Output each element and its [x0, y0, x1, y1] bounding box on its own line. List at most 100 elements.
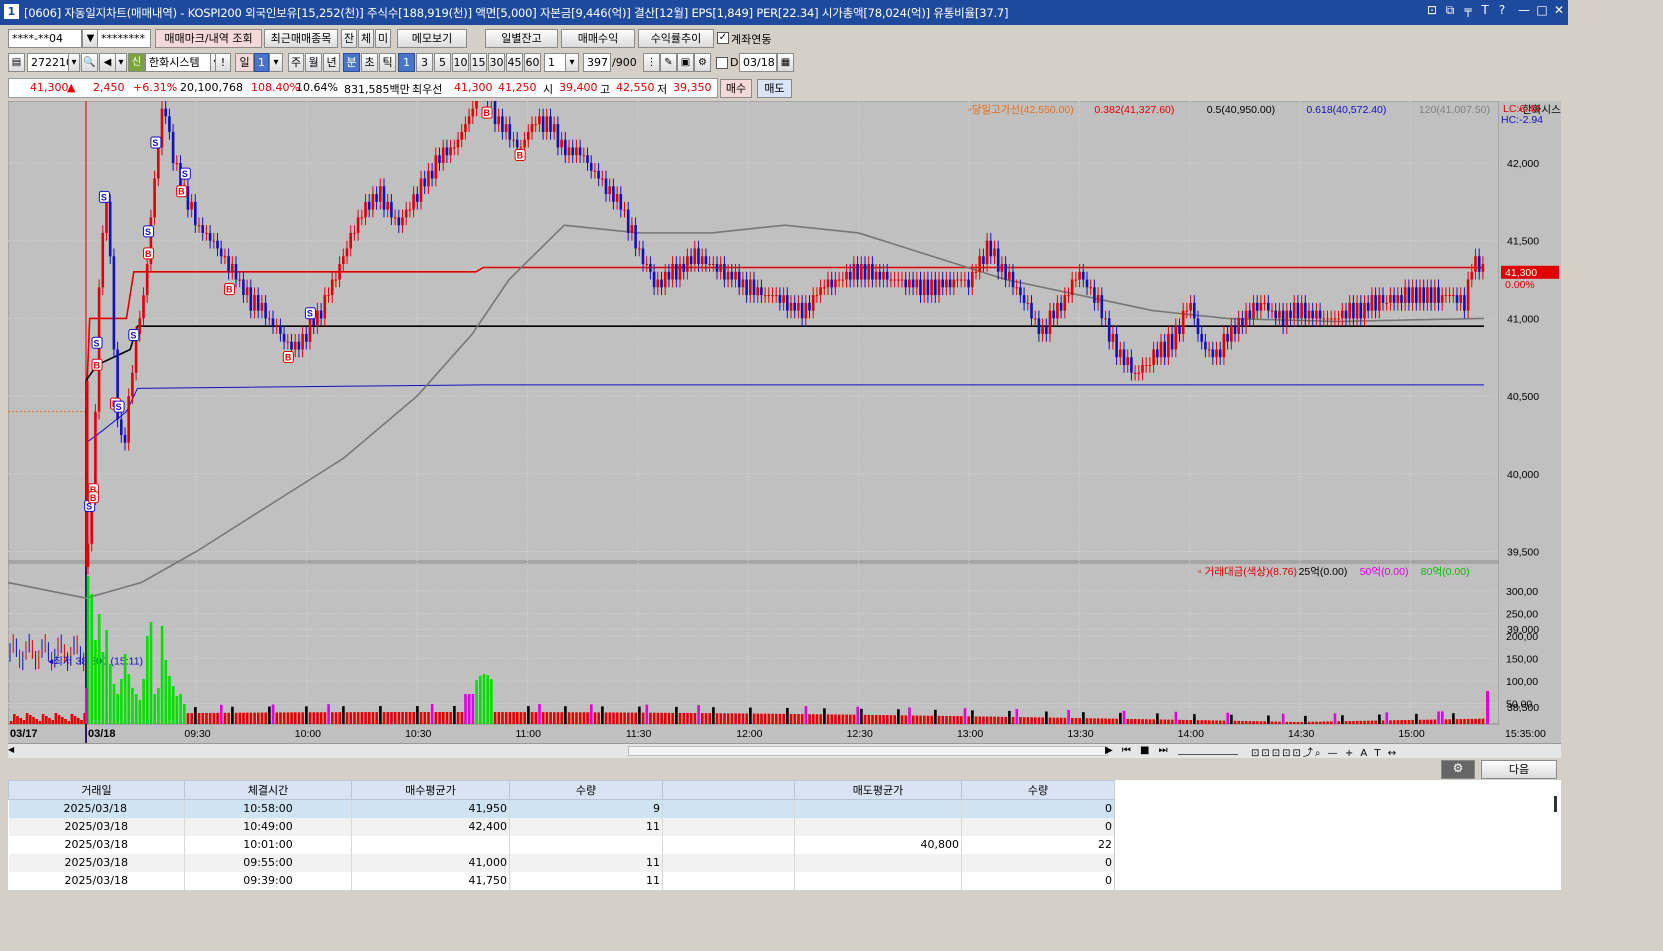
period-day-button[interactable]: 일: [235, 53, 254, 72]
search-icon[interactable]: 🔍: [81, 53, 98, 72]
table-row[interactable]: 2025/03/18 10:49:00 42,400 11 0: [8, 817, 1115, 836]
next-button[interactable]: 다음: [1481, 760, 1557, 779]
save-icon[interactable]: ▣: [677, 53, 694, 72]
code-dropdown-icon[interactable]: ▾: [68, 53, 80, 72]
scroll-thumb[interactable]: [628, 746, 1108, 756]
daily-balance-button[interactable]: 일별잔고: [485, 29, 558, 48]
candle-body: [268, 318, 271, 320]
table-row[interactable]: 2025/03/18 09:55:00 41,000 11 0: [8, 853, 1115, 872]
chart-tools-icons[interactable]: ⊡⊡⊡⊡⊡⤴⌕ — + A T ↔: [1251, 744, 1398, 759]
trade-profit-button[interactable]: 매매수익: [561, 29, 635, 48]
col-sell-avg[interactable]: 매도평균가: [794, 780, 962, 800]
table-row[interactable]: 2025/03/18 10:01:00 40,800 22: [8, 835, 1115, 854]
price-chart-svg[interactable]: 42,00041,50041,00040,50040,00039,50039,0…: [8, 101, 1561, 743]
volume-bar: [249, 712, 253, 724]
minute-1-button[interactable]: 1: [398, 53, 415, 72]
date-checkbox[interactable]: [716, 57, 728, 69]
cell-buy-avg: 41,950: [351, 799, 510, 818]
chart-area[interactable]: 42,000 41,500 41,000 40,500 40,000 39,500 39,0…: [8, 101, 1561, 743]
period-year-button[interactable]: 년: [323, 53, 340, 72]
col-exec-time[interactable]: 체결시간: [184, 780, 352, 800]
date-input[interactable]: 03/18: [739, 53, 777, 72]
minute-15-button[interactable]: 15: [470, 53, 487, 72]
volume-bar: [960, 716, 963, 724]
buy-button[interactable]: 매수: [720, 79, 752, 98]
table-settings-icon[interactable]: ⚙: [1441, 760, 1475, 779]
tools-icon[interactable]: ✎: [660, 53, 677, 72]
profit-trend-button[interactable]: 수익률추이: [638, 29, 714, 48]
volume-bar: [323, 712, 327, 724]
stock-code-input[interactable]: 272210: [27, 53, 69, 72]
pin-icon[interactable]: ╤: [1460, 3, 1476, 20]
account-select[interactable]: ****-**04: [8, 29, 82, 48]
maximize-button[interactable]: □: [1534, 3, 1550, 20]
col-trade-date[interactable]: 거래일: [8, 780, 185, 800]
layout-icon[interactable]: ▤: [8, 53, 25, 72]
candle-body: [1333, 318, 1337, 320]
unfilled-button[interactable]: 미: [375, 29, 391, 48]
interval-dropdown-icon[interactable]: ▾: [565, 53, 579, 72]
cascade-icon[interactable]: ⧉: [1442, 3, 1458, 20]
volume-bar: [1126, 718, 1130, 724]
link-account-checkbox[interactable]: ✓: [717, 32, 729, 44]
sound-dropdown-icon[interactable]: ▾: [115, 53, 127, 72]
candle-body: [1004, 264, 1007, 280]
candle-body: [700, 256, 704, 265]
period-tick-button[interactable]: 틱: [379, 53, 396, 72]
volume-bar: [220, 704, 223, 724]
window-icon[interactable]: 1: [4, 4, 19, 19]
memo-button[interactable]: 메모보기: [397, 29, 467, 48]
col-buy-avg[interactable]: 매수평균가: [351, 780, 510, 800]
password-field[interactable]: ********: [97, 29, 151, 48]
table-row[interactable]: 2025/03/18 09:39:00 41,750 11 0: [8, 871, 1115, 890]
volume-bar: [327, 704, 330, 724]
volume-bar: [51, 720, 54, 724]
trade-mark-button[interactable]: 매매마크/내역 조회: [155, 29, 262, 48]
minute-3-button[interactable]: 3: [416, 53, 433, 72]
volume-bar: [57, 715, 61, 724]
executed-button[interactable]: 체: [358, 29, 374, 48]
volume-bar: [1267, 715, 1270, 724]
volume-bar: [1463, 718, 1466, 724]
zoom-slider[interactable]: [1178, 747, 1238, 755]
alert-button[interactable]: !: [215, 53, 231, 72]
candle-body: [1248, 310, 1252, 319]
gear-icon[interactable]: ⚙: [694, 53, 711, 72]
stock-name[interactable]: 한화시스템: [145, 53, 211, 72]
period-month-button[interactable]: 월: [305, 53, 322, 72]
candle-body: [567, 147, 571, 156]
help-icon[interactable]: ?: [1494, 3, 1510, 20]
period-week-button[interactable]: 주: [288, 53, 304, 72]
balance-button[interactable]: 잔: [341, 29, 357, 48]
minute-10-button[interactable]: 10: [452, 53, 469, 72]
minute-30-button[interactable]: 30: [488, 53, 505, 72]
chart-scrollbar[interactable]: ◀ ▶ ⏮ ■ ⏭ ⊡⊡⊡⊡⊡⤴⌕ — + A T ↔: [8, 743, 1561, 759]
minute-60-button[interactable]: 60: [524, 53, 541, 72]
close-button[interactable]: ✕: [1551, 3, 1567, 20]
table-scrollbar[interactable]: [1554, 796, 1557, 812]
col-buy-qty[interactable]: 수량: [509, 780, 663, 800]
candle-body: [427, 170, 430, 187]
day-count-value[interactable]: 1: [254, 53, 269, 72]
minimize-button[interactable]: —: [1516, 3, 1532, 20]
minute-5-button[interactable]: 5: [434, 53, 451, 72]
day-count-dropdown-icon[interactable]: ▾: [269, 53, 283, 72]
range-input[interactable]: 397: [583, 53, 611, 72]
volume-bar: [671, 712, 674, 724]
col-sell-qty[interactable]: 수량: [961, 780, 1115, 800]
sound-icon[interactable]: ◀: [99, 53, 116, 72]
recent-stocks-button[interactable]: 최근매매종목: [264, 29, 338, 48]
table-row[interactable]: 2025/03/18 10:58:00 41,950 9 0: [8, 799, 1115, 818]
restore-layout-icon[interactable]: ⊡: [1424, 3, 1440, 20]
sell-button[interactable]: 매도: [757, 79, 792, 98]
scroll-left-icon[interactable]: ◀: [8, 745, 18, 757]
chart-settings-icon[interactable]: ⋮: [643, 53, 660, 72]
period-minute-button[interactable]: 분: [343, 53, 360, 72]
font-icon[interactable]: T: [1477, 3, 1493, 20]
interval-count-input[interactable]: 1: [544, 53, 566, 72]
period-second-button[interactable]: 초: [361, 53, 378, 72]
calendar-icon[interactable]: ▦: [777, 53, 794, 72]
minute-45-button[interactable]: 45: [506, 53, 523, 72]
volume-bar: [948, 716, 952, 724]
playback-controls[interactable]: ▶ ⏮ ■ ⏭: [1105, 745, 1171, 756]
